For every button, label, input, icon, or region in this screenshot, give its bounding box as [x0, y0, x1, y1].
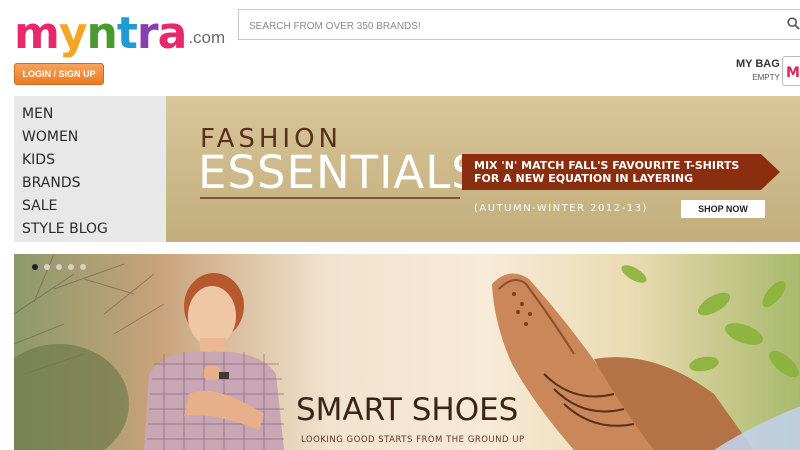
- ribbon-text: MIX 'N' MATCH FALL'S FAVOURITE T-SHIRTS …: [474, 159, 739, 185]
- nav-item-kids[interactable]: KIDS: [22, 152, 55, 168]
- logo-domain-suffix: .com: [188, 28, 226, 47]
- banner-ribbon: MIX 'N' MATCH FALL'S FAVOURITE T-SHIRTS …: [462, 154, 780, 190]
- hero-tagline: LOOKING GOOD STARTS FROM THE GROUND UP: [301, 435, 525, 445]
- logo-letter: t: [116, 8, 138, 59]
- bag-title: MY BAG: [736, 58, 780, 70]
- logo-letter: r: [136, 8, 159, 59]
- logo-letter: n: [86, 8, 118, 59]
- fashion-essentials-banner[interactable]: FASHION ESSENTIALS MIX 'N' MATCH FALL'S …: [166, 96, 800, 242]
- hero-title: SMART SHOES: [296, 392, 519, 428]
- slider-dot[interactable]: [56, 264, 62, 270]
- logo-letter: a: [157, 8, 188, 59]
- ribbon-line-1: MIX 'N' MATCH FALL'S FAVOURITE T-SHIRTS: [474, 159, 740, 172]
- slider-dot[interactable]: [68, 264, 74, 270]
- logo-wordmark: myntra: [14, 8, 188, 59]
- search-input[interactable]: [247, 16, 791, 36]
- slider-dot[interactable]: [44, 264, 50, 270]
- search-icon[interactable]: [787, 17, 800, 30]
- logo-letter: m: [14, 8, 60, 59]
- banner-season: (AUTUMN-WINTER 2012-13): [474, 203, 648, 214]
- bag-status: EMPTY: [752, 73, 780, 82]
- bag-icon-letter: M: [786, 65, 800, 81]
- my-bag[interactable]: MY BAG EMPTY: [736, 58, 780, 82]
- slider-dot[interactable]: [80, 264, 86, 270]
- shopping-bag-icon[interactable]: M: [782, 56, 800, 86]
- nav-item-brands[interactable]: BRANDS: [22, 175, 80, 191]
- banner-divider: [200, 197, 460, 199]
- banner-heading-essentials: ESSENTIALS: [198, 146, 481, 199]
- nav-item-men[interactable]: MEN: [22, 106, 53, 122]
- ribbon-line-2: FOR A NEW EQUATION IN LAYERING: [474, 172, 694, 185]
- shop-now-button[interactable]: SHOP NOW: [681, 200, 765, 218]
- login-signup-button[interactable]: LOGIN / SIGN UP: [14, 63, 104, 85]
- hero-slider[interactable]: SMART SHOES LOOKING GOOD STARTS FROM THE…: [14, 254, 800, 450]
- nav-item-style-blog[interactable]: STYLE BLOG: [22, 221, 108, 237]
- slider-dots: [32, 264, 86, 270]
- nav-item-women[interactable]: WOMEN: [22, 129, 78, 145]
- category-nav: MEN WOMEN KIDS BRANDS SALE STYLE BLOG: [14, 96, 166, 242]
- myntra-logo[interactable]: myntra .com: [14, 4, 225, 56]
- slider-dot[interactable]: [32, 264, 38, 270]
- search-box[interactable]: [238, 9, 800, 40]
- logo-letter: y: [58, 8, 88, 59]
- nav-item-sale[interactable]: SALE: [22, 198, 57, 214]
